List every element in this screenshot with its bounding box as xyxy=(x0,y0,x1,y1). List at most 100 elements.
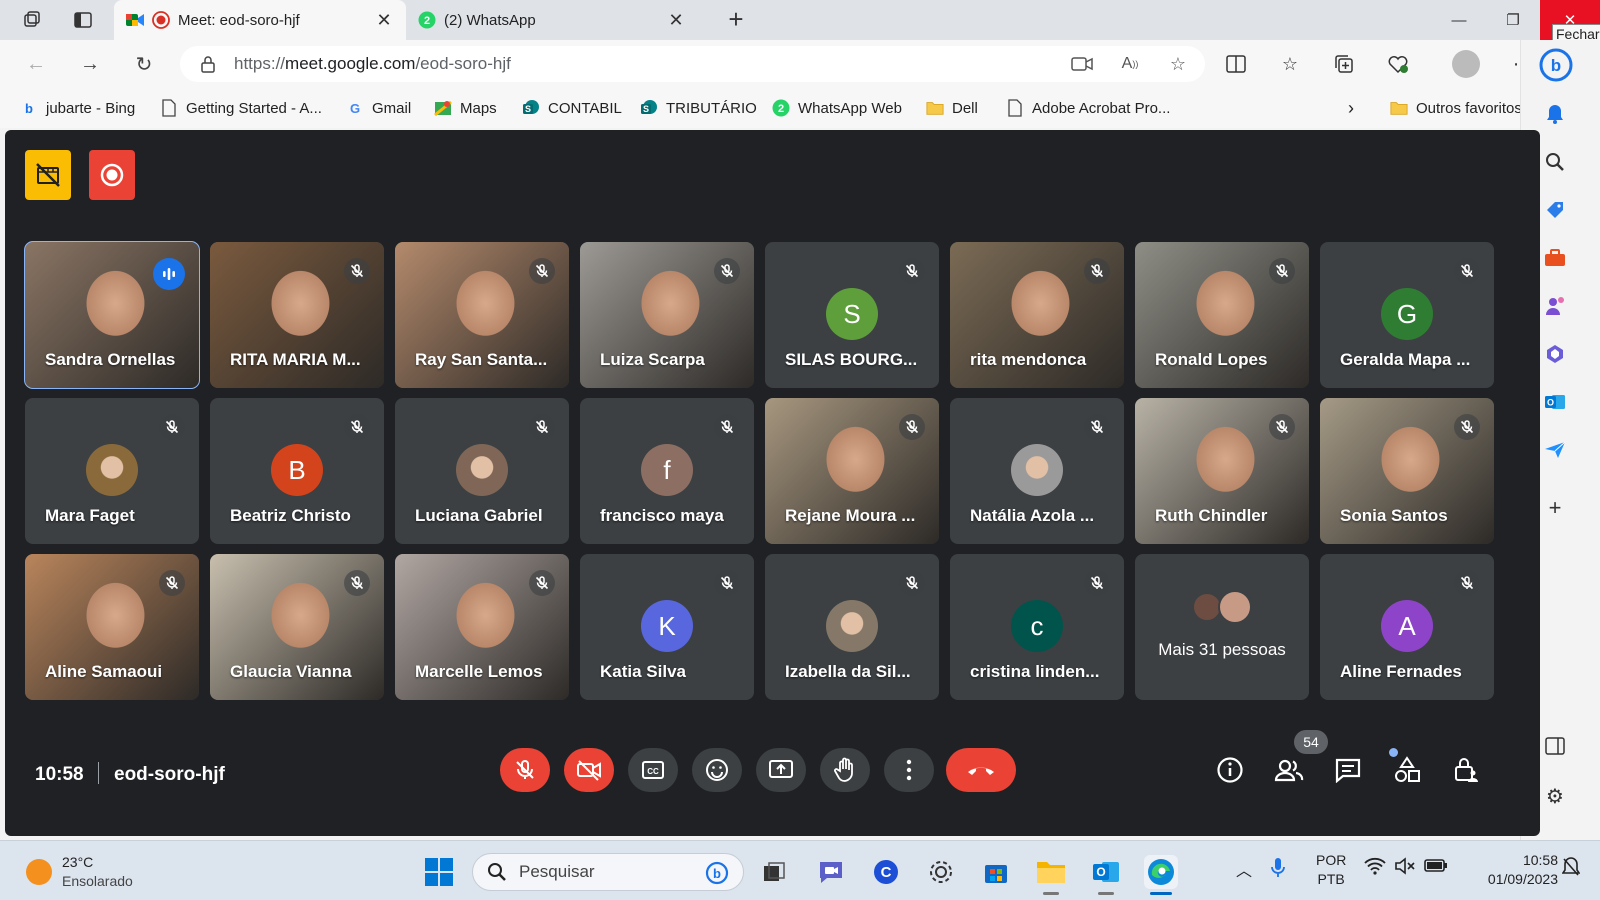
bookmark-item[interactable]: Adobe Acrobat Pro... xyxy=(1006,96,1170,120)
participant-tile[interactable]: Aline Samaoui xyxy=(25,554,199,700)
show-hidden-icons-chevron-up-icon[interactable]: ︿ xyxy=(1236,857,1252,881)
tab-meet[interactable]: Meet: eod-soro-hjf ✕ xyxy=(114,0,406,40)
bookmark-item[interactable]: 2 WhatsApp Web xyxy=(772,96,902,120)
send-icon[interactable] xyxy=(1543,438,1567,462)
participant-tile[interactable]: Mais 31 pessoas xyxy=(1135,554,1309,700)
profile-avatar[interactable] xyxy=(1452,50,1480,78)
participant-tile[interactable]: Ronald Lopes xyxy=(1135,242,1309,388)
task-view-icon[interactable] xyxy=(757,855,791,889)
minimize-button[interactable]: — xyxy=(1436,0,1482,40)
no-captions-badge-icon[interactable] xyxy=(25,150,71,200)
present-screen-button[interactable] xyxy=(756,748,806,792)
participant-tile[interactable]: Glaucia Vianna xyxy=(210,554,384,700)
participant-tile[interactable]: RITA MARIA M... xyxy=(210,242,384,388)
notification-bell-icon[interactable] xyxy=(1543,102,1567,126)
participant-tile[interactable]: Sandra Ornellas xyxy=(24,241,200,389)
system-clock[interactable]: 10:58 01/09/2023 xyxy=(1466,851,1558,889)
read-aloud-icon[interactable]: A)) xyxy=(1118,52,1142,76)
bookmark-item[interactable]: Getting Started - A... xyxy=(160,96,322,120)
participant-tile[interactable]: Sonia Santos xyxy=(1320,398,1494,544)
settings-gear-icon[interactable] xyxy=(924,855,958,889)
host-controls-button[interactable] xyxy=(1450,754,1482,786)
bing-chat-icon[interactable]: b xyxy=(1539,48,1573,82)
hide-sidebar-icon[interactable] xyxy=(1543,734,1567,758)
favorites-icon[interactable]: ☆ xyxy=(1276,50,1304,78)
reactions-button[interactable] xyxy=(692,748,742,792)
participant-tile[interactable]: A Aline Fernades xyxy=(1320,554,1494,700)
leave-call-button[interactable] xyxy=(946,748,1016,792)
captions-button[interactable]: CC xyxy=(628,748,678,792)
participant-tile[interactable]: Luciana Gabriel xyxy=(395,398,569,544)
tab-actions-icon[interactable] xyxy=(71,8,95,32)
notifications-icon[interactable] xyxy=(1562,857,1580,877)
chat-button[interactable] xyxy=(1332,754,1364,786)
taskbar-search-input[interactable]: Pesquisar b xyxy=(472,853,744,891)
recording-badge-icon[interactable] xyxy=(89,150,135,200)
participant-tile[interactable]: Luiza Scarpa xyxy=(580,242,754,388)
participant-tile[interactable]: Natália Azola ... xyxy=(950,398,1124,544)
reload-button[interactable]: ↻ xyxy=(130,50,158,78)
bing-icon[interactable]: b xyxy=(705,861,729,890)
microphone-toggle-button[interactable] xyxy=(500,748,550,792)
search-icon[interactable] xyxy=(1543,150,1567,174)
participant-tile[interactable]: Ray San Santa... xyxy=(395,242,569,388)
weather-widget[interactable]: 23°C Ensolarado xyxy=(62,853,133,891)
speaker-muted-icon[interactable] xyxy=(1394,857,1416,875)
collections-icon[interactable] xyxy=(1330,50,1358,78)
bookmark-item[interactable]: S CONTABIL xyxy=(522,96,622,120)
copilot-app-icon[interactable]: C xyxy=(869,855,903,889)
split-screen-icon[interactable] xyxy=(1222,50,1250,78)
participant-tile[interactable]: rita mendonca xyxy=(950,242,1124,388)
camera-toggle-button[interactable] xyxy=(564,748,614,792)
battery-icon[interactable] xyxy=(1424,857,1448,873)
sun-icon[interactable] xyxy=(26,859,52,885)
participant-tile[interactable]: Marcelle Lemos xyxy=(395,554,569,700)
lock-icon[interactable] xyxy=(198,54,218,74)
other-favorites[interactable]: Outros favoritos xyxy=(1390,96,1522,120)
bookmark-item[interactable]: Dell xyxy=(926,96,978,120)
close-icon[interactable]: ✕ xyxy=(374,10,394,31)
shopping-tag-icon[interactable] xyxy=(1543,198,1567,222)
outlook-taskbar-icon[interactable]: O xyxy=(1089,855,1123,895)
microphone-icon[interactable] xyxy=(1270,857,1286,879)
participant-tile[interactable]: Mara Faget xyxy=(25,398,199,544)
edge-taskbar-icon[interactable] xyxy=(1144,855,1178,895)
add-sidebar-app-icon[interactable]: + xyxy=(1543,495,1567,520)
participant-tile[interactable]: Izabella da Sil... xyxy=(765,554,939,700)
workspaces-icon[interactable] xyxy=(20,8,44,32)
people-button[interactable] xyxy=(1273,754,1305,786)
sidebar-settings-gear-icon[interactable]: ⚙ xyxy=(1543,784,1567,808)
back-button[interactable]: ← xyxy=(22,50,50,78)
games-icon[interactable] xyxy=(1543,294,1567,318)
restore-button[interactable]: ❐ xyxy=(1490,0,1536,40)
participant-tile[interactable]: c cristina linden... xyxy=(950,554,1124,700)
address-bar[interactable]: https://meet.google.com/eod-soro-hjf A))… xyxy=(180,46,1205,82)
participant-tile[interactable]: Rejane Moura ... xyxy=(765,398,939,544)
input-language-indicator[interactable]: POR PTB xyxy=(1316,851,1346,889)
participant-tile[interactable]: Ruth Chindler xyxy=(1135,398,1309,544)
tools-icon[interactable] xyxy=(1543,246,1567,270)
teams-chat-icon[interactable] xyxy=(814,855,848,889)
microsoft-store-icon[interactable] xyxy=(979,855,1013,889)
outlook-icon[interactable]: O xyxy=(1543,390,1567,414)
windows-start-icon[interactable] xyxy=(424,857,454,887)
meeting-details-button[interactable] xyxy=(1214,754,1246,786)
wifi-icon[interactable] xyxy=(1364,857,1386,875)
browser-essentials-icon[interactable] xyxy=(1384,50,1412,78)
participant-tile[interactable]: f francisco maya xyxy=(580,398,754,544)
participant-tile[interactable]: G Geralda Mapa ... xyxy=(1320,242,1494,388)
tab-whatsapp[interactable]: 2 (2) WhatsApp ✕ xyxy=(406,0,698,40)
close-icon[interactable]: ✕ xyxy=(666,10,686,31)
bookmark-item[interactable]: G Gmail xyxy=(346,96,411,120)
chevron-right-icon[interactable]: › xyxy=(1348,96,1354,120)
new-tab-button[interactable]: + xyxy=(722,6,750,34)
participant-tile[interactable]: S SILAS BOURG... xyxy=(765,242,939,388)
forward-button[interactable]: → xyxy=(76,50,104,78)
participant-tile[interactable]: B Beatriz Christo xyxy=(210,398,384,544)
favorite-star-icon[interactable]: ☆ xyxy=(1166,52,1190,76)
camera-in-use-icon[interactable] xyxy=(1070,52,1094,76)
bookmark-item[interactable]: S TRIBUTÁRIO xyxy=(640,96,757,120)
more-options-button[interactable] xyxy=(884,748,934,792)
participant-tile[interactable]: K Katia Silva xyxy=(580,554,754,700)
raise-hand-button[interactable] xyxy=(820,748,870,792)
